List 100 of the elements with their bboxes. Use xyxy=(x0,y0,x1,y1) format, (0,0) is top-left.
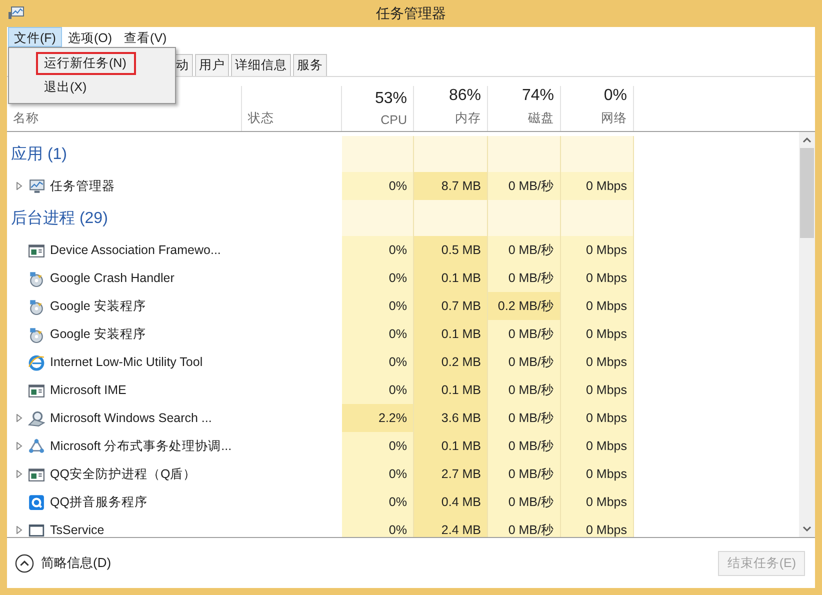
table-cell: 0 MB/秒 xyxy=(488,460,561,488)
window-icon xyxy=(28,522,45,537)
process-name: Device Association Framewo... xyxy=(50,243,221,257)
table-cell: 0% xyxy=(342,460,414,488)
table-cell: 0 Mbps xyxy=(561,320,634,348)
usage-percent: 86% xyxy=(448,87,481,105)
process-row[interactable]: Google 安装程序 xyxy=(7,320,242,348)
browser-icon xyxy=(28,354,45,370)
table-cell: 0% xyxy=(342,516,414,537)
column-header[interactable]: 状态 xyxy=(248,110,274,127)
expand-icon[interactable] xyxy=(15,442,23,450)
expand-icon[interactable] xyxy=(15,526,23,534)
window-icon xyxy=(28,382,45,398)
process-row[interactable]: QQ拼音服务程序 xyxy=(7,488,242,516)
table-cell: 0.1 MB xyxy=(414,432,488,460)
table-cell: 0% xyxy=(342,376,414,404)
menu-item[interactable]: 退出(X) xyxy=(38,76,93,99)
usage-percent: 53% xyxy=(374,90,407,108)
process-row[interactable]: QQ安全防护进程（Q盾） xyxy=(7,460,242,488)
table-cell: 0% xyxy=(342,236,414,264)
network-icon xyxy=(28,438,45,454)
table-cell: 0.7 MB xyxy=(414,292,488,320)
usage-percent: 0% xyxy=(604,87,627,105)
expand-icon[interactable] xyxy=(15,414,23,422)
expand-icon[interactable] xyxy=(15,470,23,478)
usage-percent: 74% xyxy=(522,87,554,105)
window-title: 任务管理器 xyxy=(376,4,446,22)
window-icon xyxy=(28,242,45,258)
process-name: QQ安全防护进程（Q盾） xyxy=(50,466,196,482)
table-cell: 0 MB/秒 xyxy=(488,488,561,516)
process-row[interactable]: TsService xyxy=(7,516,242,537)
table-cell: 0 MB/秒 xyxy=(488,320,561,348)
table-cell: 0 Mbps xyxy=(561,488,634,516)
table-cell: 3.6 MB xyxy=(414,404,488,432)
process-row[interactable]: Google 安装程序 xyxy=(7,292,242,320)
scroll-thumb[interactable] xyxy=(800,148,814,238)
installer-icon xyxy=(28,298,45,314)
table-cell: 0.5 MB xyxy=(414,236,488,264)
process-row[interactable]: Microsoft IME xyxy=(7,376,242,404)
fewer-details-button[interactable]: 简略信息(D) xyxy=(15,554,112,572)
table-cell: 0% xyxy=(342,172,414,200)
table-cell: 2.4 MB xyxy=(414,516,488,537)
table-cell: 0.4 MB xyxy=(414,488,488,516)
table-cell: 0 MB/秒 xyxy=(488,172,561,200)
table-cell: 0 MB/秒 xyxy=(488,516,561,537)
table-cell: 0 Mbps xyxy=(561,264,634,292)
tab[interactable]: 服务 xyxy=(293,54,327,76)
table-cell: 0 Mbps xyxy=(561,376,634,404)
column-header[interactable]: 名称 xyxy=(13,110,39,127)
process-name: 任务管理器 xyxy=(50,178,115,194)
process-row[interactable]: Microsoft 分布式事务处理协调... xyxy=(7,432,242,460)
menu-item[interactable]: 文件(F) xyxy=(8,27,62,47)
menu-item[interactable]: 选项(O) xyxy=(62,27,118,47)
table-cell: 0 Mbps xyxy=(561,236,634,264)
window-icon xyxy=(28,466,45,482)
process-row[interactable]: Internet Low-Mic Utility Tool xyxy=(7,348,242,376)
table-cell: 0 MB/秒 xyxy=(488,376,561,404)
process-name: Google 安装程序 xyxy=(50,326,146,342)
table-cell: 0.1 MB xyxy=(414,264,488,292)
process-name: QQ拼音服务程序 xyxy=(50,494,148,510)
process-row[interactable]: Google Crash Handler xyxy=(7,264,242,292)
q-app-icon xyxy=(28,494,45,510)
column-header[interactable]: 网络 xyxy=(601,110,627,127)
column-header[interactable]: CPU xyxy=(380,113,407,127)
table-cell: 8.7 MB xyxy=(414,172,488,200)
table-cell: 0 Mbps xyxy=(561,348,634,376)
table-cell: 0 MB/秒 xyxy=(488,404,561,432)
table-cell: 0% xyxy=(342,348,414,376)
tab[interactable]: 用户 xyxy=(195,54,229,76)
process-name: Google Crash Handler xyxy=(50,271,174,285)
table-cell: 0 Mbps xyxy=(561,432,634,460)
menu-item[interactable]: 查看(V) xyxy=(118,27,173,47)
process-row[interactable]: Device Association Framewo... xyxy=(7,236,242,264)
process-name: Microsoft Windows Search ... xyxy=(50,411,212,425)
table-cell: 0% xyxy=(342,264,414,292)
process-name: Microsoft IME xyxy=(50,383,126,397)
table-cell: 0 Mbps xyxy=(561,292,634,320)
process-row[interactable]: 任务管理器 xyxy=(7,172,242,200)
app-icon xyxy=(8,5,25,21)
table-cell: 0.2 MB xyxy=(414,348,488,376)
table-cell: 0 Mbps xyxy=(561,516,634,537)
table-cell: 0.2 MB/秒 xyxy=(488,292,561,320)
process-row[interactable]: Microsoft Windows Search ... xyxy=(7,404,242,432)
column-header[interactable]: 磁盘 xyxy=(528,110,554,127)
column-header[interactable]: 内存 xyxy=(455,110,481,127)
group-header: 后台进程 (29) xyxy=(10,208,109,228)
table-cell: 2.2% xyxy=(342,404,414,432)
menu-item[interactable]: 运行新任务(N) xyxy=(36,52,136,75)
monitor-icon xyxy=(28,178,45,194)
table-cell: 0% xyxy=(342,488,414,516)
process-name: Microsoft 分布式事务处理协调... xyxy=(50,438,232,454)
tab[interactable]: 详细信息 xyxy=(231,54,291,76)
expand-icon[interactable] xyxy=(15,182,23,190)
scrollbar[interactable] xyxy=(799,132,815,537)
table-cell: 0 Mbps xyxy=(561,172,634,200)
process-name: Internet Low-Mic Utility Tool xyxy=(50,355,203,369)
installer-icon xyxy=(28,326,45,342)
table-cell: 0% xyxy=(342,292,414,320)
table-cell: 0 MB/秒 xyxy=(488,432,561,460)
installer-icon xyxy=(28,270,45,286)
